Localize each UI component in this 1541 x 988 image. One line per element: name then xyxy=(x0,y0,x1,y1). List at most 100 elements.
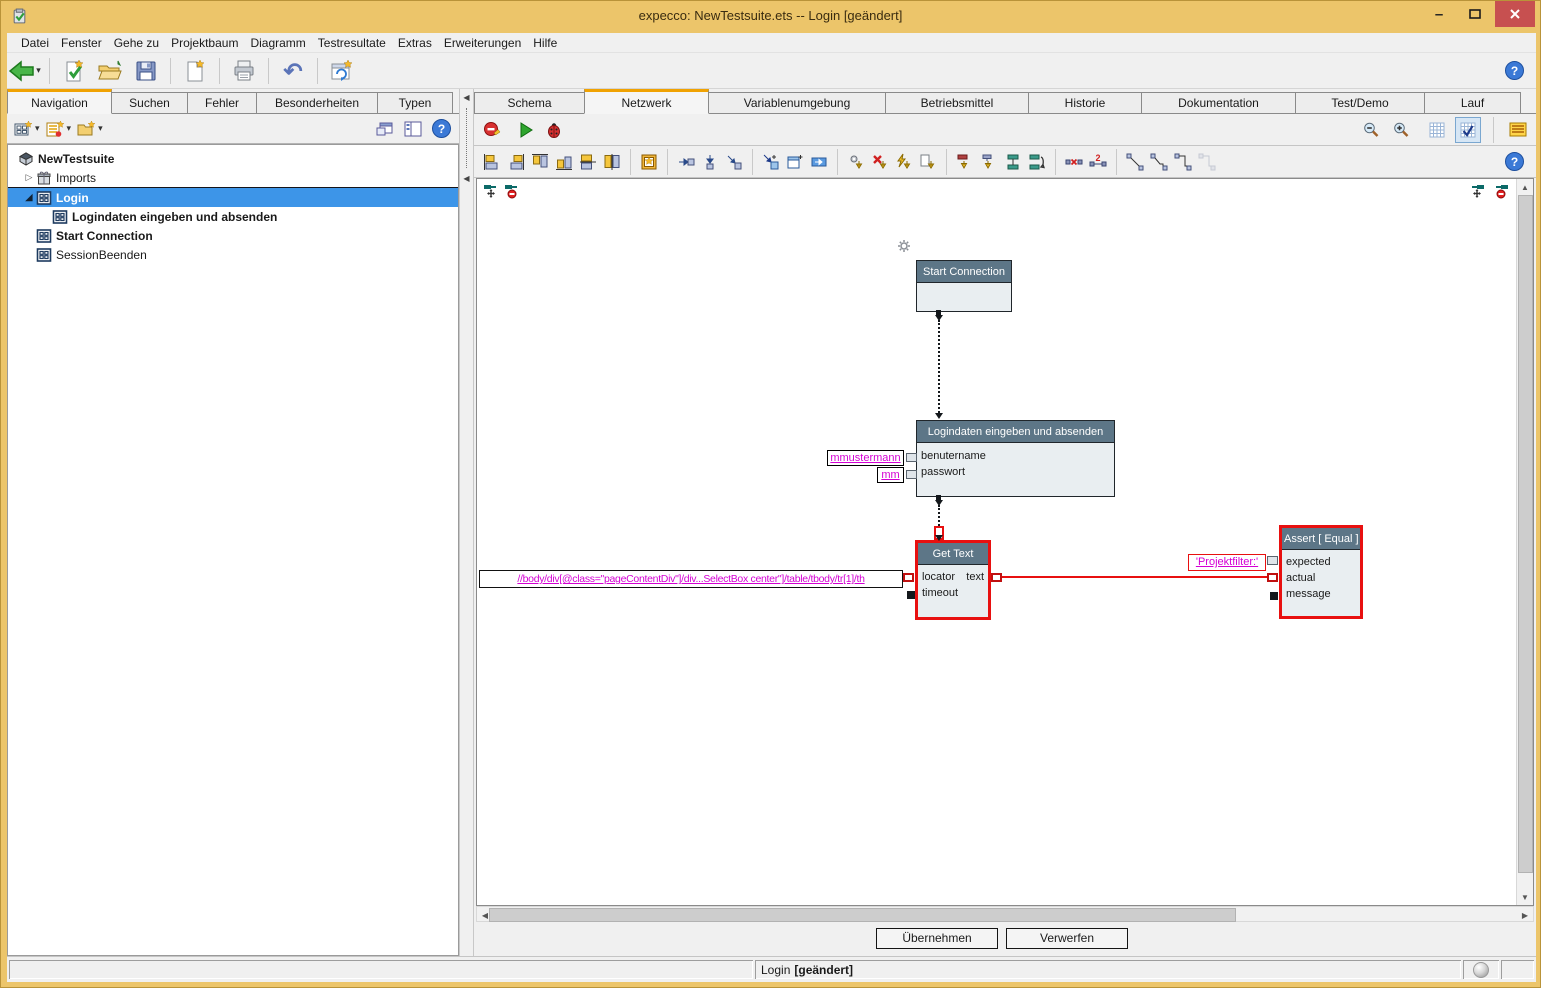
input-pin-message[interactable] xyxy=(1270,592,1278,600)
tab-test-demo[interactable]: Test/Demo xyxy=(1295,92,1425,113)
collapse-left-icon[interactable]: ◀ xyxy=(460,93,473,102)
align-bottom-button[interactable] xyxy=(552,150,576,174)
node-get-text[interactable]: Get Text locator text timeout xyxy=(915,540,991,620)
collapse-left-icon[interactable]: ◀ xyxy=(460,174,473,183)
remove-output-pin-button[interactable] xyxy=(1493,183,1509,199)
new-folder-menu-button[interactable]: ▾ xyxy=(77,120,103,138)
scroll-right-arrow[interactable]: ▶ xyxy=(1517,907,1533,923)
validate-button[interactable] xyxy=(58,56,90,86)
insert-pin-top-button[interactable] xyxy=(953,150,977,174)
value-locator[interactable]: //body/div[@class="pageContentDiv"]/div.… xyxy=(479,570,903,588)
scroll-up-arrow[interactable]: ▲ xyxy=(1517,179,1533,195)
new-document-button[interactable] xyxy=(179,56,211,86)
disconnect-button[interactable] xyxy=(1062,150,1086,174)
print-button[interactable] xyxy=(228,56,260,86)
add-output-pin-button[interactable] xyxy=(1469,183,1485,199)
exec-connector[interactable] xyxy=(938,505,940,526)
dropdown-caret[interactable]: ▾ xyxy=(67,123,72,134)
paste-new-button[interactable] xyxy=(759,150,783,174)
node-start-connection[interactable]: Start Connection xyxy=(916,260,1012,312)
expander-collapsed-icon[interactable]: ▷ xyxy=(22,172,36,183)
move-down-button[interactable] xyxy=(698,150,722,174)
back-button[interactable]: ▾ xyxy=(9,56,41,86)
add-input-pin-button[interactable] xyxy=(483,183,499,199)
panel-splitter[interactable]: ◀ ◀ xyxy=(459,89,474,956)
dropdown-caret[interactable]: ▾ xyxy=(35,123,40,134)
menu-extras[interactable]: Extras xyxy=(392,34,438,52)
breakpoint-button[interactable] xyxy=(480,118,504,142)
move-in-button[interactable] xyxy=(674,150,698,174)
insert-pin-bottom-button[interactable] xyxy=(977,150,1001,174)
horizontal-scroll-thumb[interactable] xyxy=(489,908,1236,922)
data-connection-text-to-actual[interactable] xyxy=(1002,576,1267,578)
align-left-button[interactable] xyxy=(480,150,504,174)
menu-datei[interactable]: Datei xyxy=(15,34,55,52)
input-pin-timeout[interactable] xyxy=(907,591,915,599)
menu-gehe-zu[interactable]: Gehe zu xyxy=(108,34,165,52)
tab-navigation[interactable]: Navigation xyxy=(7,89,112,114)
align-right-button[interactable] xyxy=(504,150,528,174)
open-button[interactable] xyxy=(94,56,126,86)
delete-down-button[interactable] xyxy=(868,150,892,174)
page-down-button[interactable] xyxy=(916,150,940,174)
line-orthogonal-button[interactable] xyxy=(1171,150,1195,174)
menu-hilfe[interactable]: Hilfe xyxy=(527,34,563,52)
grid-button[interactable] xyxy=(1425,118,1449,142)
tree-help-button[interactable]: ? xyxy=(432,119,451,138)
tree-item-imports[interactable]: ▷ Imports xyxy=(8,168,458,187)
tree-item-start-connection[interactable]: Start Connection xyxy=(8,226,458,245)
canvas-vertical-scrollbar[interactable]: ▲ ▼ xyxy=(1516,179,1533,905)
save-button[interactable] xyxy=(130,56,162,86)
undo-button[interactable]: ↶ xyxy=(277,56,309,86)
input-pin-expected[interactable] xyxy=(1267,556,1278,565)
run-button[interactable] xyxy=(514,118,538,142)
reload-button[interactable] xyxy=(326,56,358,86)
remove-input-pin-button[interactable] xyxy=(504,183,520,199)
scroll-down-arrow[interactable]: ▼ xyxy=(1517,889,1533,905)
tab-besonderheiten[interactable]: Besonderheiten xyxy=(256,92,378,113)
menu-testresultate[interactable]: Testresultate xyxy=(312,34,392,52)
tab-historie[interactable]: Historie xyxy=(1028,92,1142,113)
line-bend-button[interactable] xyxy=(1147,150,1171,174)
dropdown-caret[interactable]: ▾ xyxy=(98,123,103,134)
node-assert-equal[interactable]: Assert [ Equal ] expected actual message xyxy=(1279,525,1363,619)
fast-down-button[interactable] xyxy=(892,150,916,174)
tab-fehler[interactable]: Fehler xyxy=(187,92,257,113)
minimize-button[interactable]: – xyxy=(1424,1,1454,27)
node-logindaten[interactable]: Logindaten eingeben und absenden benuter… xyxy=(916,420,1115,497)
open-inline-button[interactable] xyxy=(807,150,831,174)
tab-betriebsmittel[interactable]: Betriebsmittel xyxy=(885,92,1029,113)
pin-properties-button[interactable] xyxy=(1506,118,1530,142)
move-out-button[interactable] xyxy=(722,150,746,174)
line-diagonal-button[interactable] xyxy=(1123,150,1147,174)
input-pin-locator[interactable] xyxy=(903,573,914,582)
value-passwort[interactable]: mm xyxy=(877,467,904,483)
zoom-out-button[interactable] xyxy=(1359,118,1383,142)
new-block-button[interactable] xyxy=(637,150,661,174)
back-dropdown-caret[interactable]: ▾ xyxy=(36,65,41,76)
output-pin-text[interactable] xyxy=(991,573,1002,582)
input-pin-actual[interactable] xyxy=(1267,573,1278,582)
distribute-vertical-button[interactable] xyxy=(1001,150,1025,174)
tab-suchen[interactable]: Suchen xyxy=(111,92,188,113)
tab-typen[interactable]: Typen xyxy=(377,92,453,113)
align-top-button[interactable] xyxy=(528,150,552,174)
tree-root-newtestsuite[interactable]: NewTestsuite xyxy=(8,149,458,168)
tree-item-login[interactable]: ◢ Login xyxy=(8,187,458,207)
float-window-button[interactable] xyxy=(376,121,394,137)
value-benutername[interactable]: mmustermann xyxy=(827,450,904,466)
canvas-horizontal-scrollbar[interactable]: ◀ ▶ xyxy=(476,906,1534,922)
menu-erweiterungen[interactable]: Erweiterungen xyxy=(438,34,527,52)
input-pin-benutername[interactable] xyxy=(906,453,917,462)
help-button[interactable]: ? xyxy=(1505,61,1524,80)
tab-variablenumgebung[interactable]: Variablenumgebung xyxy=(708,92,886,113)
grid-snap-button[interactable] xyxy=(1455,117,1481,143)
tab-lauf[interactable]: Lauf xyxy=(1424,92,1521,113)
menu-projektbaum[interactable]: Projektbaum xyxy=(165,34,244,52)
swap-orientation-button[interactable] xyxy=(1025,150,1049,174)
apply-button[interactable]: Übernehmen xyxy=(876,928,998,949)
menu-fenster[interactable]: Fenster xyxy=(55,34,108,52)
tab-dokumentation[interactable]: Dokumentation xyxy=(1141,92,1296,113)
close-button[interactable] xyxy=(1495,1,1535,27)
new-action-menu-button[interactable]: ▾ xyxy=(46,120,72,138)
